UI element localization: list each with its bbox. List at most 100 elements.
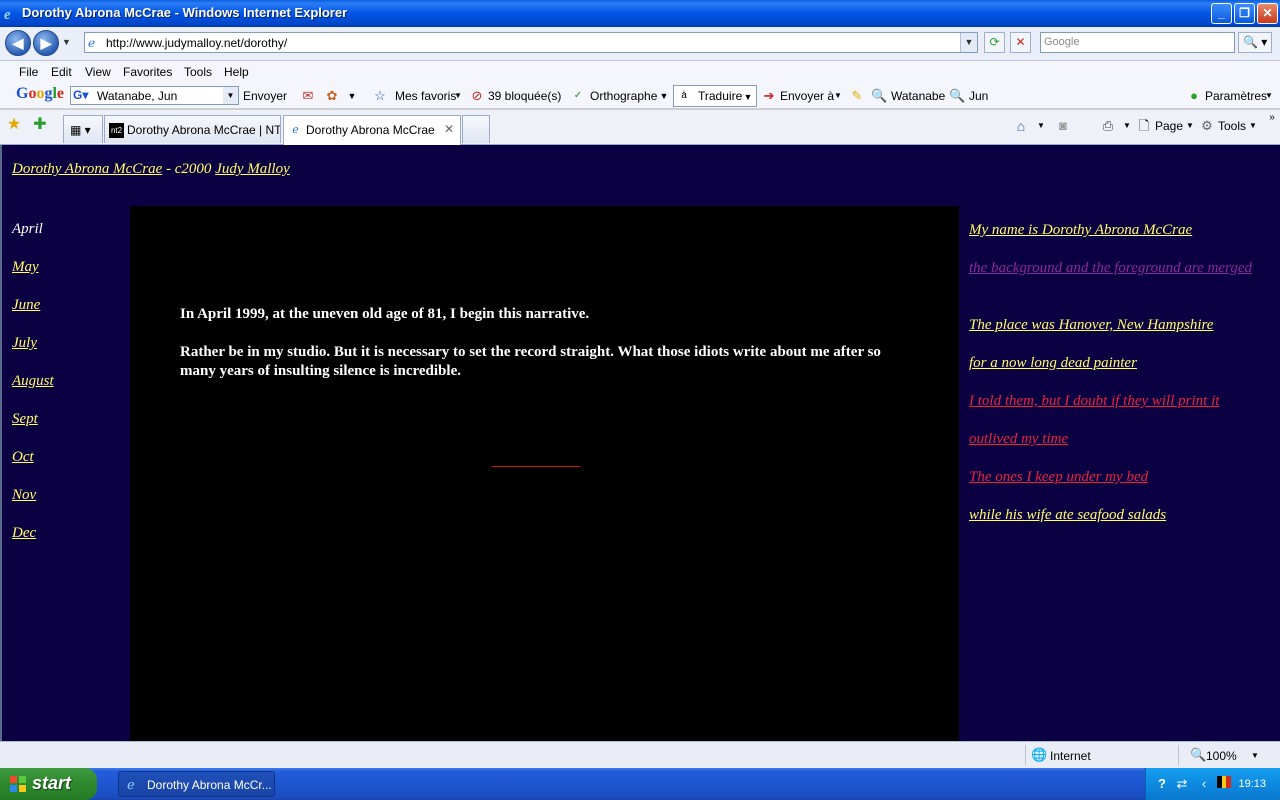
translate-button[interactable]: a͗ Traduire ▼ <box>673 85 757 107</box>
favorites-star-icon[interactable]: ★ <box>6 117 22 133</box>
taskbar-item-label: Dorothy Abrona McCr... <box>147 778 272 792</box>
close-tab-icon[interactable]: ✕ <box>444 122 454 136</box>
month-link-sept[interactable]: Sept <box>12 411 38 428</box>
story-link[interactable]: for a now long dead painter <box>969 354 1259 373</box>
chevron-down-icon[interactable]: ▼ <box>1119 118 1135 134</box>
chevron-down-icon[interactable]: ▼ <box>656 88 672 104</box>
month-link-august[interactable]: August <box>12 373 54 390</box>
zoom-icon: 🔍 <box>1190 747 1207 762</box>
chevron-down-icon[interactable]: ▼ <box>344 88 360 104</box>
tab-label: Dorothy Abrona McCrae <box>306 123 435 137</box>
user-watanabe-button[interactable]: Watanabe <box>891 89 945 103</box>
chevron-left-icon[interactable]: ‹ <box>1196 776 1212 792</box>
add-favorite-icon[interactable]: ✚ <box>32 117 48 133</box>
story-link[interactable]: outlived my time <box>969 430 1259 449</box>
title-link[interactable]: Dorothy Abrona McCrae <box>12 161 162 177</box>
story-link[interactable]: The ones I keep under my bed <box>969 468 1259 487</box>
menu-edit[interactable]: Edit <box>51 65 72 79</box>
send-button[interactable]: Envoyer <box>243 89 287 103</box>
google-logo[interactable]: Google <box>16 85 64 103</box>
month-link-dec[interactable]: Dec <box>12 525 36 542</box>
start-button[interactable]: start <box>0 768 97 800</box>
help-icon[interactable]: ? <box>1154 776 1170 792</box>
popup-blocked-button[interactable]: 39 bloquée(s) <box>488 89 561 103</box>
popup-blocker-icon[interactable]: ⊘ <box>469 88 485 104</box>
language-flag-icon[interactable] <box>1216 776 1232 792</box>
recent-pages-dropdown-icon[interactable]: ▼ <box>62 37 71 47</box>
search-input[interactable]: Google <box>1040 32 1235 53</box>
forward-button[interactable]: ▶ <box>33 30 59 56</box>
translate-icon: a͗ <box>681 90 687 101</box>
search-button[interactable]: 🔍 ▾ <box>1238 32 1272 53</box>
network-icon[interactable]: ⇄ <box>1174 776 1190 792</box>
google-account-select[interactable]: G▾ Watanabe, Jun ▼ <box>70 86 239 105</box>
story-link[interactable]: while his wife ate seafood salads <box>969 506 1259 525</box>
home-icon[interactable]: ⌂ <box>1013 118 1029 134</box>
search-user-icon[interactable]: 🔍 <box>871 88 887 104</box>
user-jun-button[interactable]: Jun <box>969 89 988 103</box>
send-to-button[interactable]: Envoyer à <box>780 89 834 103</box>
page-menu-button[interactable]: Page <box>1155 119 1183 133</box>
menu-help[interactable]: Help <box>224 65 249 79</box>
address-toolbar: ◀ ▶ ▼ ℯ http://www.judymalloy.net/doroth… <box>0 27 1280 61</box>
translate-label: Traduire <box>698 89 743 103</box>
page-viewport: Dorothy Abrona McCrae - c2000 Judy Mallo… <box>0 145 1280 741</box>
taskbar-ie-window[interactable]: ℯ Dorothy Abrona McCr... <box>118 771 275 797</box>
chevron-down-icon[interactable]: ▼ <box>450 88 466 104</box>
minimize-button[interactable]: _ <box>1211 3 1232 24</box>
menu-view[interactable]: View <box>85 65 111 79</box>
svg-text:e: e <box>4 7 11 21</box>
settings-button[interactable]: Paramètres <box>1205 89 1267 103</box>
author-link[interactable]: Judy Malloy <box>215 161 290 177</box>
toolbar-overflow-icon[interactable]: » <box>1264 110 1280 126</box>
month-link-july[interactable]: July <box>12 335 37 352</box>
story-link[interactable]: the background and the foreground are me… <box>969 259 1259 278</box>
search-user-icon[interactable]: 🔍 <box>949 88 965 104</box>
spellcheck-icon[interactable]: ✓ <box>570 88 586 104</box>
menu-file[interactable]: File <box>19 65 38 79</box>
story-link[interactable]: My name is Dorothy Abrona McCrae <box>969 221 1259 240</box>
chevron-down-icon[interactable]: ▼ <box>1261 88 1277 104</box>
quick-tabs-button[interactable]: ▦ ▾ <box>63 115 103 143</box>
send-to-icon[interactable]: ➔ <box>761 88 777 104</box>
restore-button[interactable]: ❐ <box>1234 3 1255 24</box>
month-link-oct[interactable]: Oct <box>12 449 34 466</box>
menu-favorites[interactable]: Favorites <box>123 65 172 79</box>
feeds-icon[interactable]: ◙ <box>1055 118 1071 134</box>
narrative-paragraph: Rather be in my studio. But it is necess… <box>180 344 881 379</box>
address-dropdown-icon[interactable]: ▼ <box>960 33 977 52</box>
menu-bar: File Edit View Favorites Tools Help <box>0 61 1280 83</box>
month-link-nov[interactable]: Nov <box>12 487 36 504</box>
refresh-button[interactable]: ⟳ <box>984 32 1005 53</box>
chevron-down-icon[interactable]: ▼ <box>223 87 238 104</box>
zoom-level[interactable]: 100% <box>1206 749 1237 763</box>
story-link[interactable]: The place was Hanover, New Hampshire <box>969 316 1259 335</box>
stop-button[interactable]: ✕ <box>1010 32 1031 53</box>
spellcheck-button[interactable]: Orthographe <box>590 89 657 103</box>
address-bar[interactable]: ℯ http://www.judymalloy.net/dorothy/ ▼ <box>84 32 978 53</box>
bookmark-icon[interactable]: ✉ <box>300 88 316 104</box>
menu-tools[interactable]: Tools <box>184 65 212 79</box>
new-tab-button[interactable] <box>462 115 490 143</box>
month-link-june[interactable]: June <box>12 297 40 314</box>
chevron-down-icon[interactable]: ▼ <box>1247 748 1263 764</box>
tab-nt2[interactable]: nt2 Dorothy Abrona McCrae | NT2 <box>104 115 281 143</box>
chevron-down-icon[interactable]: ▼ <box>740 89 756 105</box>
favorites-button[interactable]: Mes favoris <box>395 89 456 103</box>
chevron-down-icon[interactable]: ▼ <box>1245 118 1261 134</box>
story-link[interactable]: I told them, but I doubt if they will pr… <box>969 392 1259 411</box>
back-button[interactable]: ◀ <box>5 30 31 56</box>
tab-dorothy[interactable]: ℯ Dorothy Abrona McCrae ✕ <box>283 115 461 145</box>
chevron-down-icon[interactable]: ▼ <box>830 88 846 104</box>
puzzle-icon[interactable]: ✿ <box>324 88 340 104</box>
month-link-may[interactable]: May <box>12 259 39 276</box>
chevron-down-icon[interactable]: ▼ <box>1033 118 1049 134</box>
tools-menu-button[interactable]: Tools <box>1218 119 1246 133</box>
ie-logo-icon: e <box>3 5 19 23</box>
highlighter-icon[interactable]: ✎ <box>849 88 865 104</box>
chevron-down-icon[interactable]: ▼ <box>1182 118 1198 134</box>
address-url[interactable]: http://www.judymalloy.net/dorothy/ <box>106 36 287 50</box>
print-icon[interactable]: ⎙ <box>1100 118 1116 134</box>
star-icon[interactable]: ☆ <box>372 88 388 104</box>
close-window-button[interactable]: ✕ <box>1257 3 1278 24</box>
